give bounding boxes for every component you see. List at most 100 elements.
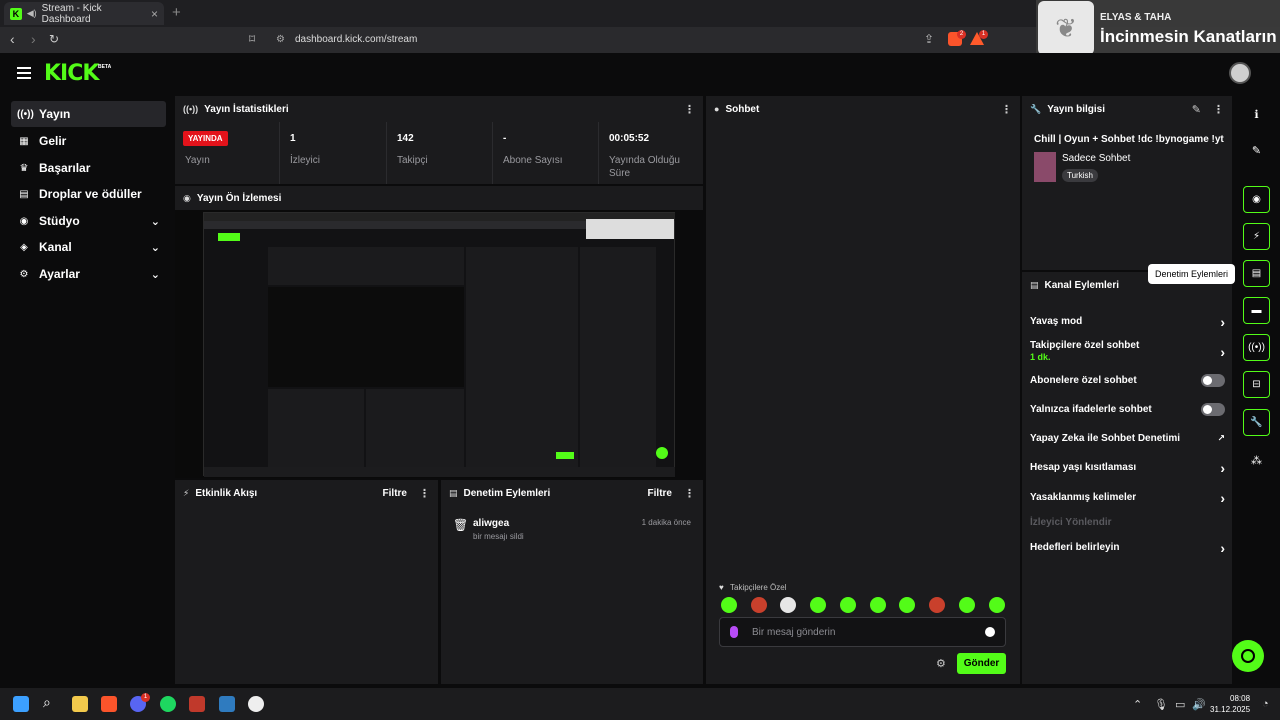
more-icon[interactable]: ⋮ <box>1001 103 1012 116</box>
sidebar-item-gelir[interactable]: ▦ Gelir <box>11 128 166 154</box>
info-icon[interactable]: ℹ <box>1243 101 1270 128</box>
chevron-right-icon: › <box>1220 540 1225 556</box>
back-icon[interactable]: ‹ <box>10 31 15 47</box>
sidebar-item-yayin[interactable]: ((•)) Yayın <box>11 101 166 127</box>
broadcast-icon: ((•)) <box>183 104 199 114</box>
avatar[interactable] <box>1229 62 1251 84</box>
stat-label: İzleyici <box>290 155 321 166</box>
chevron-down-icon: ⌄ <box>150 241 160 254</box>
wrench-icon: 🔧 <box>1030 103 1042 114</box>
broadcast-icon[interactable]: ((•)) <box>1243 334 1270 361</box>
emotes-chat-row: Yalnızca ifadelerle sohbet <box>1030 403 1225 416</box>
subs-chat-toggle[interactable] <box>1201 374 1225 387</box>
stream-info-panel: 🔧 Yayın bilgisi ✎ ⋮ Chill | Oyun + Sohbe… <box>1022 96 1232 270</box>
preview-panel: ◉ Yayın Ön İzlemesi <box>175 186 703 210</box>
filter-button[interactable]: Filtre <box>648 488 672 499</box>
notification-icon[interactable]: ◔ <box>1262 698 1269 710</box>
microphone-icon[interactable]: 🎙 <box>1154 698 1168 711</box>
emote-icon[interactable] <box>899 597 915 613</box>
new-tab-icon[interactable]: + <box>172 4 181 21</box>
activity-title: Etkinlik Akışı <box>195 487 258 499</box>
obs-icon[interactable] <box>248 696 264 712</box>
sidebar-item-kanal[interactable]: ◈ Kanal ⌄ <box>11 234 166 260</box>
sidebar-item-droplar[interactable]: ▤ Droplar ve ödüller <box>11 181 166 207</box>
share-icon[interactable]: ⇪ <box>924 32 934 46</box>
sidebar-item-basarilar[interactable]: ♛ Başarılar <box>11 155 166 181</box>
forward-icon[interactable]: › <box>31 31 36 47</box>
layout-icon[interactable]: ⁂ <box>1243 447 1270 474</box>
preview-chat <box>466 247 578 469</box>
account-age-row[interactable]: Hesap yaşı kısıtlaması › <box>1030 460 1225 476</box>
filter-button[interactable]: Filtre <box>383 488 407 499</box>
stats-panel: ((•)) Yayın İstatistikleri ⋮ YAYINDA Yay… <box>175 96 703 184</box>
emote-icon[interactable] <box>751 597 767 613</box>
reload-icon[interactable]: ↻ <box>49 32 59 46</box>
ai-moderation-row[interactable]: Yapay Zeka ile Sohbet Denetimi ↗ <box>1030 433 1225 444</box>
kick-logo[interactable]: KICK <box>44 61 99 86</box>
emotes-chat-toggle[interactable] <box>1201 403 1225 416</box>
preview-nested <box>268 287 464 387</box>
site-info-icon[interactable]: ⚙ <box>276 34 285 45</box>
slow-mode-label: Yavaş mod <box>1030 316 1083 327</box>
wrench-icon[interactable]: 🔧 <box>1243 409 1270 436</box>
search-icon[interactable]: ⌕ <box>43 694 59 710</box>
overlay-subtitle: ELYAS & TAHA <box>1100 12 1172 23</box>
emote-icon[interactable] <box>780 597 796 613</box>
emote-icon[interactable] <box>929 597 945 613</box>
bolt-icon[interactable]: ⚡ <box>1243 223 1270 250</box>
volume-icon[interactable]: 🔊 <box>1192 698 1206 711</box>
more-icon[interactable]: ⋮ <box>684 103 695 116</box>
clock[interactable]: 08:08 31.12.2025 <box>1210 693 1250 715</box>
sidebar-item-ayarlar[interactable]: ⚙ Ayarlar ⌄ <box>11 261 166 287</box>
speaker-icon[interactable]: ◀) <box>27 8 37 19</box>
app-icon[interactable] <box>219 696 235 712</box>
preview-toggle-icon[interactable]: ◉ <box>1243 186 1270 213</box>
brave-icon[interactable] <box>101 696 117 712</box>
followers-chat-row[interactable]: Takipçilere özel sohbet › <box>1030 340 1225 360</box>
moderation-entry[interactable]: 🗑 aliwgea bir mesajı sildi 1 dakika önce <box>441 514 703 544</box>
moderation-icon[interactable]: ▤ <box>1243 260 1270 287</box>
edit-icon[interactable]: ✎ <box>1243 137 1270 164</box>
trash-icon: 🗑 <box>453 518 469 532</box>
emote-icon[interactable] <box>810 597 826 613</box>
emote-icon[interactable] <box>840 597 856 613</box>
tag-badge[interactable]: Turkish <box>1062 169 1098 182</box>
file-explorer-icon[interactable] <box>72 696 88 712</box>
emoji-icon[interactable] <box>985 627 995 637</box>
menu-icon[interactable] <box>17 67 31 82</box>
emote-icon[interactable] <box>959 597 975 613</box>
emote-icon[interactable] <box>870 597 886 613</box>
network-icon[interactable]: ▭ <box>1175 698 1185 711</box>
banned-words-label: Yasaklanmış kelimeler <box>1030 492 1137 503</box>
sidebar-item-studyo[interactable]: ◉ Stüdyo ⌄ <box>11 208 166 234</box>
app-icon[interactable] <box>189 696 205 712</box>
url-text[interactable]: dashboard.kick.com/stream <box>295 34 417 45</box>
banned-words-row[interactable]: Yasaklanmış kelimeler › <box>1030 490 1225 506</box>
chat-settings-icon[interactable]: ⚙ <box>936 657 946 670</box>
stat-label: Takipçi <box>397 155 428 166</box>
stream-preview[interactable] <box>175 210 675 478</box>
chat-icon[interactable]: ▬ <box>1243 297 1270 324</box>
spotify-icon[interactable] <box>160 696 176 712</box>
more-icon[interactable]: ⋮ <box>419 487 430 500</box>
more-icon[interactable]: ⋮ <box>1213 103 1224 116</box>
emote-icon[interactable] <box>721 597 737 613</box>
goals-row[interactable]: Hedefleri belirleyin › <box>1030 540 1225 556</box>
channel-actions-icon[interactable]: ⊟ <box>1243 371 1270 398</box>
microphone-icon[interactable] <box>730 626 738 638</box>
send-button[interactable]: Gönder <box>957 653 1006 674</box>
tab-close-icon[interactable]: × <box>151 7 158 21</box>
stat-value: 1 <box>290 133 296 144</box>
category-name[interactable]: Sadece Sohbet <box>1062 153 1130 164</box>
more-icon[interactable]: ⋮ <box>684 487 695 500</box>
bookmark-icon[interactable]: ⌑ <box>249 32 255 46</box>
slow-mode-row[interactable]: Yavaş mod › <box>1030 314 1225 330</box>
windows-start-icon[interactable] <box>13 696 29 712</box>
browser-tab[interactable]: K ◀) Stream - Kick Dashboard × <box>4 2 164 25</box>
emote-icon[interactable] <box>989 597 1005 613</box>
tray-expand-icon[interactable]: ⌃ <box>1133 698 1142 711</box>
help-button[interactable] <box>1232 640 1264 672</box>
chat-input[interactable]: Bir mesaj gönderin <box>719 617 1006 647</box>
edit-icon[interactable]: ✎ <box>1192 103 1201 116</box>
shields-badge: 2 <box>957 30 966 39</box>
